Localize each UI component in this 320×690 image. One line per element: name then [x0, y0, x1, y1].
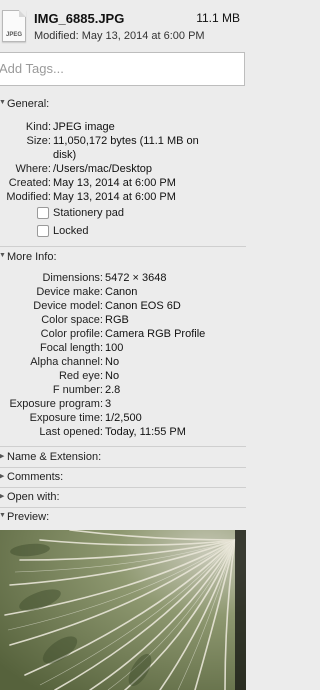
info-label: Exposure time:	[29, 412, 103, 424]
stationery-pad-label: Stationery pad	[53, 207, 124, 219]
section-more-info-header[interactable]: ▼ More Info:	[0, 249, 246, 267]
info-value: 5472 × 3648	[105, 272, 167, 284]
general-size-row: Size: 11,050,172 bytes (11.1 MB on	[0, 134, 246, 148]
info-value: 1/2,500	[105, 412, 142, 424]
info-value: No	[105, 370, 120, 382]
section-open-with-header[interactable]: ▶ Open with:	[0, 489, 246, 507]
info-row-color-profile: Color profile: Camera RGB Profile	[0, 327, 246, 341]
general-kind-row: Kind: JPEG image	[0, 120, 246, 134]
peacock-feather-photo	[0, 530, 246, 690]
section-preview-header[interactable]: ▼ Preview:	[0, 509, 246, 527]
info-label: Color profile:	[40, 328, 103, 340]
info-row-device-make: Device make: Canon	[0, 285, 246, 299]
section-comments-title: Comments:	[7, 471, 64, 483]
info-row-device-model: Device model: Canon EOS 6D	[0, 299, 246, 313]
info-label: Dimensions:	[42, 272, 103, 284]
kind-value: JPEG image	[53, 121, 115, 133]
preview-image	[0, 530, 246, 690]
stationery-pad-checkbox[interactable]	[37, 207, 49, 219]
size-label: Size:	[26, 135, 51, 147]
disclosure-collapsed-icon[interactable]: ▶	[0, 452, 4, 460]
section-open-with-title: Open with:	[7, 491, 60, 503]
file-size: 11.1 MB	[196, 11, 240, 25]
file-icon-label: JPEG	[5, 32, 22, 38]
size-value: 11,050,172 bytes (11.1 MB on	[53, 135, 199, 147]
info-label: Color space:	[41, 314, 103, 326]
created-label: Created:	[8, 177, 51, 189]
tags-field-container	[0, 52, 245, 86]
page-fold	[19, 10, 26, 17]
section-general-title: General:	[7, 98, 50, 110]
locked-checkbox[interactable]	[37, 225, 49, 237]
section-name-extension-title: Name & Extension:	[7, 451, 102, 463]
info-row-focal-length: Focal length: 100	[0, 341, 246, 355]
modified-value: May 13, 2014 at 6:00 PM	[53, 191, 176, 203]
info-row-last-opened: Last opened: Today, 11:55 PM	[0, 425, 246, 439]
info-row-red-eye: Red eye: No	[0, 369, 246, 383]
info-row-alpha-channel: Alpha channel: No	[0, 355, 246, 369]
disclosure-collapsed-icon[interactable]: ▶	[0, 472, 4, 480]
divider	[0, 507, 246, 508]
info-value: 2.8	[105, 384, 121, 396]
info-value: 3	[105, 398, 112, 410]
info-value: Camera RGB Profile	[105, 328, 206, 340]
info-row-f-number: F number: 2.8	[0, 383, 246, 397]
info-label: Focal length:	[40, 342, 103, 354]
section-general-header[interactable]: ▼ General:	[0, 96, 246, 114]
info-label: Device make:	[36, 286, 103, 298]
info-label: F number:	[52, 384, 103, 396]
general-where-row: Where: /Users/mac/Desktop	[0, 162, 246, 176]
disclosure-expanded-icon[interactable]: ▼	[0, 512, 6, 519]
general-size-row-cont: disk)	[0, 148, 246, 162]
info-value: RGB	[105, 314, 129, 326]
info-value: 100	[105, 342, 124, 354]
kind-label: Kind:	[25, 121, 51, 133]
info-row-exposure-program: Exposure program: 3	[0, 397, 246, 411]
where-value: /Users/mac/Desktop	[53, 163, 153, 175]
info-value: Canon	[105, 286, 138, 298]
divider	[0, 246, 246, 247]
info-value: No	[105, 356, 120, 368]
info-label: Last opened:	[39, 426, 103, 438]
tags-input[interactable]	[0, 60, 241, 77]
divider	[0, 467, 246, 468]
disclosure-collapsed-icon[interactable]: ▶	[0, 492, 4, 500]
created-value: May 13, 2014 at 6:00 PM	[53, 177, 176, 189]
info-label: Red eye:	[58, 370, 103, 382]
modified-label: Modified:	[6, 191, 51, 203]
modified-date: Modified: May 13, 2014 at 6:00 PM	[34, 30, 205, 42]
info-label: Device model:	[33, 300, 103, 312]
section-more-info-title: More Info:	[7, 251, 57, 263]
divider	[0, 446, 246, 447]
where-label: Where:	[15, 163, 51, 175]
disclosure-expanded-icon[interactable]: ▼	[0, 99, 6, 106]
general-modified-row: Modified: May 13, 2014 at 6:00 PM	[0, 190, 246, 204]
section-preview-title: Preview:	[7, 511, 50, 523]
general-created-row: Created: May 13, 2014 at 6:00 PM	[0, 176, 246, 190]
section-name-extension-header[interactable]: ▶ Name & Extension:	[0, 449, 246, 467]
info-header: JPEG IMG_6885.JPG 11.1 MB Modified: May …	[0, 0, 246, 50]
file-name: IMG_6885.JPG	[34, 11, 125, 26]
info-row-color-space: Color space: RGB	[0, 313, 246, 327]
jpeg-file-icon: JPEG	[2, 10, 26, 42]
disclosure-expanded-icon[interactable]: ▼	[0, 252, 6, 259]
info-row-exposure-time: Exposure time: 1/2,500	[0, 411, 246, 425]
size-value-cont: disk)	[53, 149, 77, 161]
info-value: Today, 11:55 PM	[105, 426, 186, 438]
info-row-dimensions: Dimensions: 5472 × 3648	[0, 271, 246, 285]
divider	[0, 487, 246, 488]
section-comments-header[interactable]: ▶ Comments:	[0, 469, 246, 487]
info-label: Alpha channel:	[30, 356, 103, 368]
locked-label: Locked	[53, 225, 89, 237]
info-value: Canon EOS 6D	[105, 300, 181, 312]
info-label: Exposure program:	[9, 398, 103, 410]
